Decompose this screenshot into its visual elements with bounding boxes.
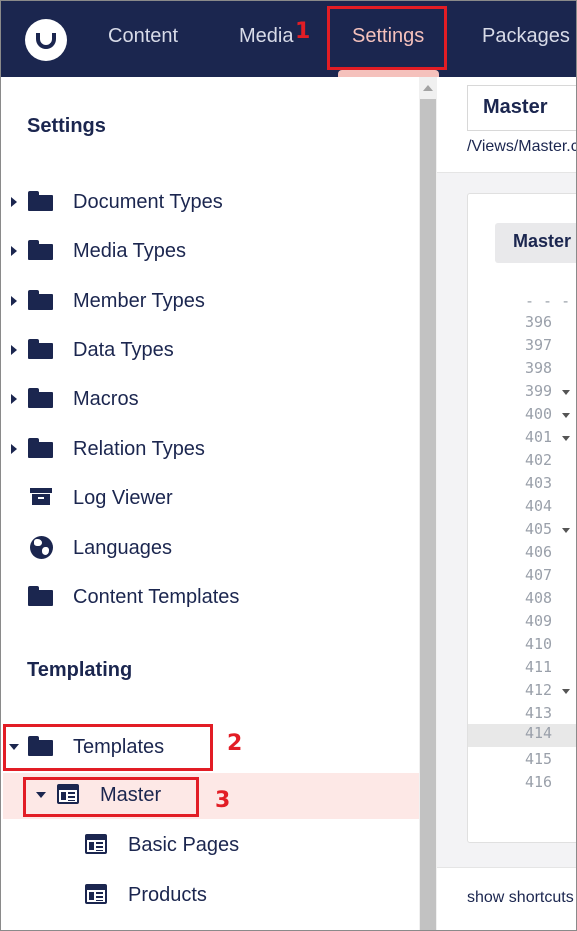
folder-icon [28, 339, 53, 359]
tree-item-data-types[interactable]: Data Types [3, 328, 419, 372]
fold-arrow-icon[interactable] [562, 689, 570, 694]
template-icon [85, 834, 107, 854]
tree-item-label: Relation Types [73, 438, 205, 460]
annotation-number-3: 3 [215, 788, 231, 813]
line-number: 416 [525, 773, 553, 791]
line-number: 404 [525, 497, 553, 515]
top-navigation-bar: Content Media Settings Packages [1, 1, 576, 77]
fold-arrow-icon[interactable] [562, 390, 570, 395]
expand-caret-icon[interactable] [11, 394, 17, 404]
annotation-number-2: 2 [227, 731, 243, 756]
tree-item-label: Media Types [73, 240, 187, 262]
tree-item-basic-pages[interactable]: Basic Pages [3, 823, 419, 867]
annotation-number-1: 1 [295, 19, 311, 44]
line-number: 411 [525, 658, 553, 676]
folder-icon [28, 586, 53, 606]
annotation-box-templates [3, 724, 213, 771]
folder-icon [28, 191, 53, 211]
umbraco-logo-icon [36, 33, 56, 49]
line-number-text: 400 [525, 405, 553, 423]
line-number: 402 [525, 451, 553, 469]
nav-media[interactable]: Media [239, 25, 293, 48]
expand-caret-icon[interactable] [11, 444, 17, 454]
tree-item-label: Document Types [73, 191, 223, 213]
tree-item-label: Data Types [73, 339, 174, 361]
line-number: 396 [525, 313, 553, 331]
line-number: 409 [525, 612, 553, 630]
line-number: 407 [525, 566, 553, 584]
expand-caret-icon[interactable] [11, 296, 17, 306]
tree-item-label: Languages [73, 537, 172, 559]
expand-caret-icon[interactable] [11, 345, 17, 355]
expand-caret-icon[interactable] [11, 197, 17, 207]
tree-item-label: Products [128, 884, 207, 906]
tree-item-label: Content Templates [73, 586, 240, 608]
tree-item-macros[interactable]: Macros [3, 377, 419, 421]
tree-item-content-templates[interactable]: Content Templates [3, 575, 419, 619]
nav-packages[interactable]: Packages [482, 25, 570, 48]
show-shortcuts-link[interactable]: show shortcuts [467, 889, 574, 907]
umbraco-logo[interactable] [25, 19, 67, 61]
tree-item-member-types[interactable]: Member Types [3, 279, 419, 323]
fold-arrow-icon[interactable] [562, 413, 570, 418]
expand-caret-icon[interactable] [11, 246, 17, 256]
line-number: 405 [468, 520, 576, 543]
sidebar-scrollbar[interactable] [419, 77, 437, 930]
folder-icon [28, 240, 53, 260]
scroll-up-arrow-icon[interactable] [423, 85, 433, 91]
annotation-box-master [23, 777, 199, 817]
template-path: /Views/Master.cshtml [467, 138, 577, 155]
line-number-text: 412 [525, 681, 553, 699]
tree-item-label: Log Viewer [73, 487, 173, 509]
line-number: 412 [468, 681, 576, 704]
template-icon [85, 884, 107, 904]
folder-icon [28, 388, 53, 408]
line-number-active: 414 [468, 724, 576, 747]
app-window: Content Media Settings Packages Settings… [0, 0, 577, 931]
scrollbar-thumb[interactable] [420, 99, 436, 930]
folder-icon [28, 290, 53, 310]
tree-item-media-types[interactable]: Media Types [3, 229, 419, 273]
line-number: 400 [468, 405, 576, 428]
tree-item-log-viewer[interactable]: Log Viewer [3, 476, 419, 520]
tree-item-languages[interactable]: Languages [3, 526, 419, 570]
line-number: 415 [525, 750, 553, 768]
templating-section-title: Templating [27, 659, 133, 681]
tree-item-label: Basic Pages [128, 834, 240, 856]
line-number: 408 [525, 589, 553, 607]
active-nav-indicator [338, 70, 439, 77]
line-number: 401 [468, 428, 576, 451]
line-number-text: 399 [525, 382, 553, 400]
tree-item-relation-types[interactable]: Relation Types [3, 427, 419, 471]
line-number: 406 [525, 543, 553, 561]
code-editor-card: Master - - - 396 397 398 399 400 401 402… [467, 193, 576, 843]
annotation-box-settings [327, 6, 447, 70]
line-number: 410 [525, 635, 553, 653]
line-number: - - - [525, 292, 571, 310]
template-name-input[interactable]: Master [467, 85, 576, 131]
tree-item-products[interactable]: Products [3, 873, 419, 917]
editor-header: Master /Views/Master.cshtml [437, 77, 577, 173]
tree-item-label: Member Types [73, 290, 205, 312]
fold-arrow-icon[interactable] [562, 436, 570, 441]
archive-icon [30, 487, 52, 505]
settings-section-title: Settings [27, 115, 106, 137]
line-number: 399 [468, 382, 576, 405]
tree-item-document-types[interactable]: Document Types [3, 180, 419, 224]
master-template-tab[interactable]: Master [495, 223, 576, 263]
nav-content[interactable]: Content [108, 25, 178, 48]
line-number: 398 [525, 359, 553, 377]
folder-icon [28, 438, 53, 458]
line-number-text: 405 [525, 520, 553, 538]
editor-footer: show shortcuts [437, 867, 576, 930]
line-number: 403 [525, 474, 553, 492]
fold-arrow-icon[interactable] [562, 528, 570, 533]
tree-item-label: Macros [73, 388, 139, 410]
globe-icon [30, 536, 53, 559]
line-number: 397 [525, 336, 553, 354]
line-number-text: 401 [525, 428, 553, 446]
